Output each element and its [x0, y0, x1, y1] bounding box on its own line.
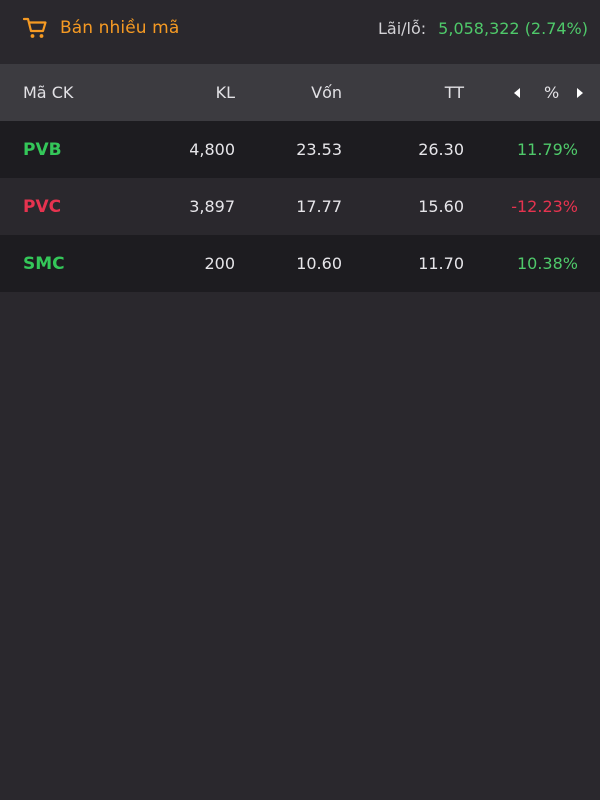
symbol-cell: SMC — [23, 253, 65, 274]
table-header: Mã CK KL Vốn TT % — [0, 64, 600, 121]
cost-cell: 17.77 — [296, 197, 342, 216]
table-row[interactable]: PVB 4,800 23.53 26.30 11.79% — [0, 121, 600, 178]
table-row[interactable]: PVC 3,897 17.77 15.60 -12.23% — [0, 178, 600, 235]
percent-cell: 11.79% — [516, 140, 578, 159]
column-header-market-price[interactable]: TT — [445, 64, 464, 121]
sell-multiple-button[interactable]: Bán nhiều mã — [22, 12, 179, 44]
market-price-cell: 11.70 — [418, 254, 464, 273]
table-row[interactable]: SMC 200 10.60 11.70 10.38% — [0, 235, 600, 292]
caret-right-icon[interactable] — [575, 64, 585, 121]
sell-multiple-label: Bán nhiều mã — [60, 18, 180, 38]
cost-cell: 10.60 — [296, 254, 342, 273]
volume-cell: 3,897 — [189, 197, 235, 216]
symbol-cell: PVC — [23, 196, 62, 217]
caret-left-icon[interactable] — [512, 64, 522, 121]
column-header-volume[interactable]: KL — [216, 64, 235, 121]
volume-cell: 200 — [204, 254, 235, 273]
holdings-table: PVB 4,800 23.53 26.30 11.79% PVC 3,897 1… — [0, 121, 600, 292]
column-header-cost[interactable]: Vốn — [311, 64, 342, 121]
market-price-cell: 26.30 — [418, 140, 464, 159]
cost-cell: 23.53 — [296, 140, 342, 159]
profit-loss-summary: Lãi/lỗ: 5,058,322 (2.74%) — [378, 12, 588, 44]
percent-cell: 10.38% — [516, 254, 578, 273]
column-header-symbol[interactable]: Mã CK — [23, 64, 73, 121]
portfolio-screen: Bán nhiều mã Lãi/lỗ: 5,058,322 (2.74%) M… — [0, 0, 600, 800]
volume-cell: 4,800 — [189, 140, 235, 159]
top-bar: Bán nhiều mã Lãi/lỗ: 5,058,322 (2.74%) — [0, 0, 600, 60]
market-price-cell: 15.60 — [418, 197, 464, 216]
percent-cell: -12.23% — [511, 197, 578, 216]
cart-icon — [22, 15, 48, 41]
profit-loss-value: 5,058,322 (2.74%) — [438, 18, 588, 38]
symbol-cell: PVB — [23, 139, 62, 160]
column-header-percent[interactable]: % — [544, 64, 559, 121]
profit-loss-label: Lãi/lỗ: — [377, 18, 427, 38]
